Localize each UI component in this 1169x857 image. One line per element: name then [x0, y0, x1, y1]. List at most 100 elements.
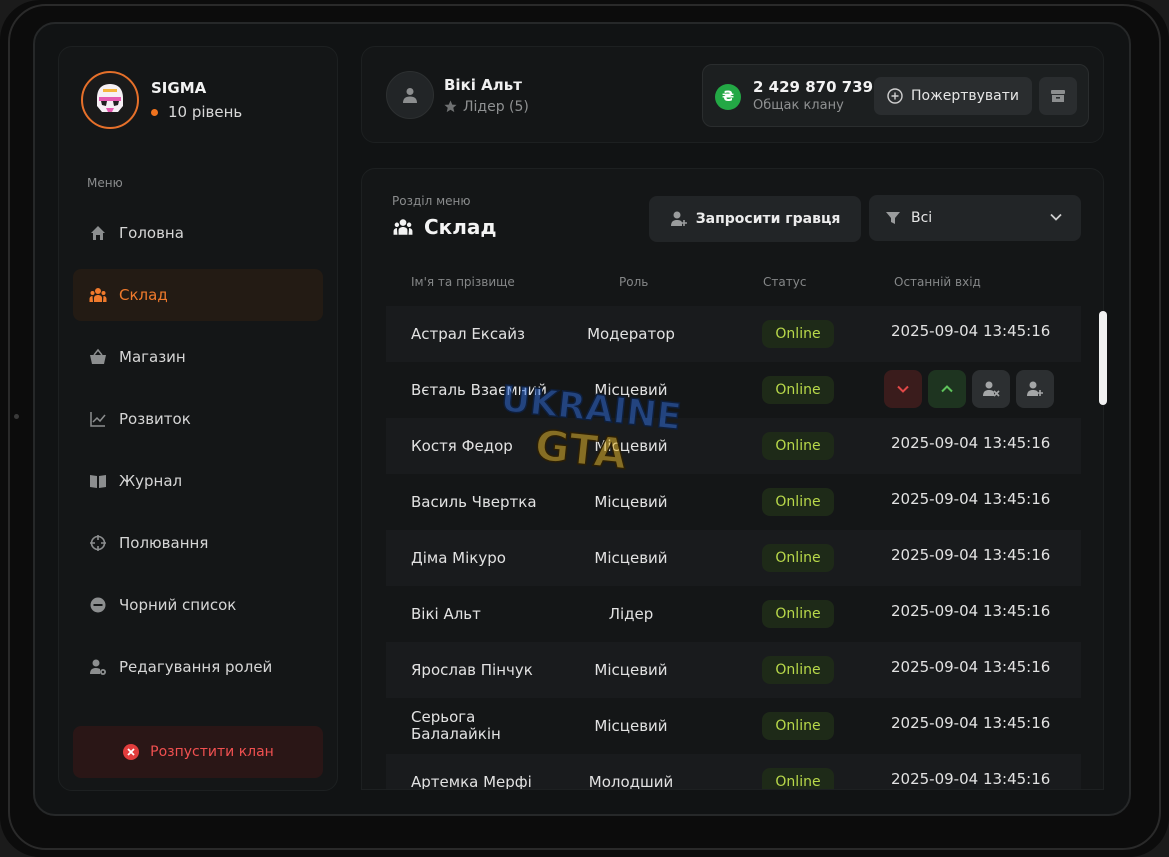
user-icon — [403, 88, 417, 103]
add-user-icon — [670, 211, 687, 226]
clan-level: 10 рівень — [168, 103, 243, 121]
member-name: Діма Мікуро — [411, 548, 506, 567]
member-name: Костя Федор — [411, 436, 513, 455]
donate-label: Пожертвувати — [911, 88, 1019, 104]
sidebar-menu: Головна Склад Магазин Розвиток Журнал По… — [73, 207, 323, 703]
member-last-login: 2025-09-04 13:45:16 — [891, 434, 1051, 452]
members-table: Астрал Ексайз Модератор Online 2025-09-0… — [386, 306, 1081, 790]
sidebar-item-label: Магазин — [119, 348, 186, 366]
status-badge: Online — [762, 488, 834, 516]
member-role: Місцевий — [594, 381, 668, 399]
member-role: Місцевий — [594, 549, 668, 567]
basket-icon — [90, 348, 106, 364]
kick-member-button[interactable] — [972, 370, 1010, 408]
column-header-name: Ім'я та прізвище — [411, 275, 515, 289]
archive-icon — [1051, 90, 1065, 102]
archive-button[interactable] — [1039, 77, 1077, 115]
people-icon — [89, 288, 107, 302]
member-name: Астрал Ексайз — [411, 324, 526, 343]
invite-player-button[interactable]: Запросити гравця — [649, 196, 861, 242]
main-panel: Розділ меню Склад Запросити гравця Всі І… — [361, 168, 1104, 790]
menu-label: Меню — [87, 176, 123, 190]
sidebar-item-blacklist[interactable]: Чорний список — [73, 579, 323, 631]
sidebar-item-label: Полювання — [119, 534, 209, 552]
user-role-row: Лідер (5) — [444, 99, 529, 115]
member-role: Модератор — [587, 325, 675, 343]
sidebar-item-edit-roles[interactable]: Редагування ролей — [73, 641, 323, 693]
member-name: Ярослав Пінчук — [411, 660, 533, 679]
sidebar-item-label: Головна — [119, 224, 184, 242]
member-role: Місцевий — [594, 717, 668, 735]
status-badge: Online — [762, 320, 834, 348]
chevron-down-icon — [897, 385, 909, 393]
table-row[interactable]: Серьога Балалайкін Місцевий Online 2025-… — [386, 698, 1081, 754]
promote-button[interactable] — [928, 370, 966, 408]
column-header-role: Роль — [619, 275, 649, 289]
table-row[interactable]: Діма Мікуро Місцевий Online 2025-09-04 1… — [386, 530, 1081, 586]
member-name: Серьога Балалайкін — [411, 708, 501, 743]
chevron-down-icon — [1050, 213, 1062, 221]
table-row[interactable]: Василь Чвертка Місцевий Online 2025-09-0… — [386, 474, 1081, 530]
sidebar-item-home[interactable]: Головна — [73, 207, 323, 259]
table-row[interactable]: Артемка Мерфі Молодший Online 2025-09-04… — [386, 754, 1081, 790]
book-icon — [90, 475, 106, 488]
trooper-helmet-icon — [97, 84, 123, 112]
sidebar-item-storage[interactable]: Склад — [73, 269, 323, 321]
member-last-login: 2025-09-04 13:45:16 — [891, 714, 1051, 732]
side-handle — [1099, 311, 1107, 405]
plus-circle-icon — [887, 88, 903, 104]
status-badge: Online — [762, 376, 834, 404]
table-header: Ім'я та прізвище Роль Статус Останній вх… — [386, 275, 1081, 291]
member-last-login: 2025-09-04 13:45:16 — [891, 490, 1051, 508]
row-actions — [884, 370, 1060, 408]
table-row[interactable]: Ярослав Пінчук Місцевий Online 2025-09-0… — [386, 642, 1081, 698]
chart-icon — [90, 412, 106, 427]
page-title: Склад — [424, 215, 497, 239]
member-last-login: 2025-09-04 13:45:16 — [891, 546, 1051, 564]
demote-button[interactable] — [884, 370, 922, 408]
column-header-status: Статус — [763, 275, 807, 289]
bank-amount: 2 429 870 739 — [753, 78, 874, 96]
add-member-button[interactable] — [1016, 370, 1054, 408]
people-icon — [393, 219, 413, 235]
sidebar-item-label: Журнал — [119, 472, 183, 490]
clan-name: SIGMA — [151, 79, 207, 97]
member-last-login: 2025-09-04 13:45:16 — [891, 602, 1051, 620]
clan-bank: ₴ 2 429 870 739 Общак клану Пожертвувати — [702, 64, 1089, 127]
disband-label: Розпустити клан — [150, 744, 274, 760]
camera-dot — [14, 414, 19, 419]
table-row[interactable]: Вєталь Взаємний Місцевий Online — [386, 362, 1081, 418]
sidebar-item-journal[interactable]: Журнал — [73, 455, 323, 507]
minus-circle-icon — [90, 597, 106, 613]
close-circle-icon — [123, 744, 140, 760]
bank-label: Общак клану — [753, 98, 844, 113]
header-card: Вікі Альт Лідер (5) ₴ 2 429 870 739 Обща… — [361, 46, 1104, 143]
member-role: Молодший — [588, 773, 674, 790]
table-row[interactable]: Костя Федор Місцевий Online 2025-09-04 1… — [386, 418, 1081, 474]
section-label: Розділ меню — [392, 194, 471, 208]
donate-button[interactable]: Пожертвувати — [874, 77, 1032, 115]
status-badge: Online — [762, 656, 834, 684]
sidebar-item-development[interactable]: Розвиток — [73, 393, 323, 445]
member-last-login: 2025-09-04 13:45:16 — [891, 770, 1051, 788]
member-role: Місцевий — [594, 493, 668, 511]
sidebar-item-label: Редагування ролей — [119, 658, 273, 676]
chevron-up-icon — [941, 385, 953, 393]
clan-level-row: 10 рівень — [151, 103, 242, 121]
sidebar-item-label: Розвиток — [119, 410, 191, 428]
member-role: Місцевий — [594, 437, 668, 455]
current-user: Вікі Альт Лідер (5) — [386, 71, 529, 119]
sidebar-item-hunting[interactable]: Полювання — [73, 517, 323, 569]
table-row[interactable]: Астрал Ексайз Модератор Online 2025-09-0… — [386, 306, 1081, 362]
home-icon — [91, 226, 105, 240]
table-row[interactable]: Вікі Альт Лідер Online 2025-09-04 13:45:… — [386, 586, 1081, 642]
member-name: Вєталь Взаємний — [411, 380, 547, 399]
sidebar-item-shop[interactable]: Магазин — [73, 331, 323, 383]
clan-avatar — [81, 71, 139, 129]
page-title-row: Склад — [392, 215, 497, 239]
disband-clan-button[interactable]: Розпустити клан — [73, 726, 323, 778]
role-filter-select[interactable]: Всі — [869, 195, 1081, 241]
user-gear-icon — [90, 659, 106, 675]
column-header-last-login: Останній вхід — [894, 275, 981, 289]
sidebar-item-label: Чорний список — [119, 596, 237, 614]
